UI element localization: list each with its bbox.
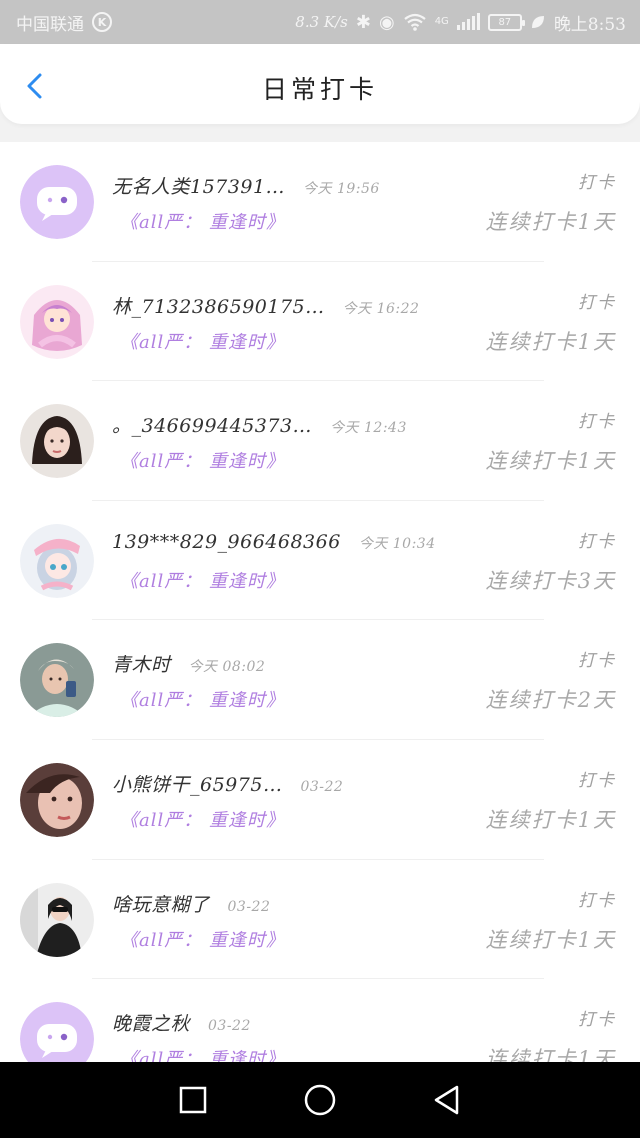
anime-hat-avatar-icon bbox=[20, 523, 94, 598]
streak-count: 连续打卡1天 bbox=[485, 210, 616, 234]
user-name: 。_346699445373… 今天 12:43 bbox=[112, 411, 407, 438]
photo-man-avatar-icon bbox=[20, 643, 94, 718]
header-background: 日常打卡 bbox=[0, 44, 640, 142]
user-name-text: 小熊饼干_65975… bbox=[112, 773, 283, 796]
list-item[interactable]: 林_7132386590175… 今天 16:22 《all严： 重逢时》 打卡 … bbox=[0, 262, 640, 382]
checkin-label: 打卡 bbox=[578, 173, 616, 193]
book-title[interactable]: 《all严： 重逢时》 bbox=[120, 328, 285, 354]
checkin-time: 03-22 bbox=[208, 1018, 251, 1035]
checkin-time: 03-22 bbox=[227, 898, 271, 915]
checkin-label: 打卡 bbox=[578, 890, 616, 911]
user-name: 青木时 今天 08:02 bbox=[112, 650, 265, 677]
checkin-label: 打卡 bbox=[578, 770, 616, 791]
header: 日常打卡 bbox=[0, 44, 640, 124]
status-bar: 中国联通 K 8.3 K/s ✱ ◉ 4G 87 晚上8:53 bbox=[0, 0, 640, 44]
streak-count: 连续打卡1天 bbox=[485, 329, 616, 354]
battery-level: 87 bbox=[498, 16, 512, 28]
user-name: 晚霞之秋 03-22 bbox=[112, 1009, 251, 1036]
square-icon bbox=[180, 1086, 207, 1114]
bluetooth-icon: ✱ bbox=[355, 11, 371, 33]
book-title[interactable]: 《all严： 重逢时》 bbox=[120, 567, 285, 593]
avatar[interactable] bbox=[20, 165, 94, 239]
user-name: 啥玩意糊了 03-22 bbox=[112, 890, 270, 917]
checkin-label: 打卡 bbox=[578, 531, 616, 552]
anime-girl-avatar-icon bbox=[20, 284, 94, 359]
carrier-label: 中国联通 bbox=[16, 14, 84, 35]
checkin-time: 今天 08:02 bbox=[188, 659, 266, 676]
user-name-text: 啥玩意糊了 bbox=[112, 893, 210, 916]
eye-icon: ◉ bbox=[378, 11, 395, 33]
avatar[interactable] bbox=[20, 523, 94, 598]
user-name: 林_7132386590175… 今天 16:22 bbox=[112, 292, 419, 319]
system-back-button[interactable] bbox=[427, 1080, 467, 1120]
checkin-time: 今天 12:43 bbox=[330, 420, 407, 437]
signal-icon bbox=[456, 13, 480, 30]
photo-closeup-avatar-icon bbox=[20, 762, 94, 837]
user-name: 139***829_966468366 今天 10:34 bbox=[112, 531, 436, 553]
triangle-back-icon bbox=[434, 1085, 458, 1115]
clock: 晚上8:53 bbox=[553, 14, 626, 35]
user-name-text: 无名人类157391… bbox=[112, 176, 286, 198]
default-chat-avatar-icon bbox=[20, 165, 94, 239]
page-title: 日常打卡 bbox=[261, 75, 378, 104]
list-item[interactable]: 无名人类157391… 今天 19:56 《all严： 重逢时》 打卡 连续打卡1… bbox=[0, 142, 640, 262]
book-title[interactable]: 《all严： 重逢时》 bbox=[120, 806, 285, 832]
user-name-text: 139***829_966468366 bbox=[112, 530, 341, 553]
wifi-icon bbox=[404, 13, 426, 31]
photo-sunglasses-avatar-icon bbox=[20, 882, 94, 957]
checkin-label: 打卡 bbox=[578, 292, 616, 313]
streak-count: 连续打卡1天 bbox=[485, 449, 616, 474]
user-name: 无名人类157391… 今天 19:56 bbox=[112, 172, 380, 199]
book-title[interactable]: 《all严： 重逢时》 bbox=[120, 447, 285, 473]
leaf-icon bbox=[531, 16, 544, 28]
avatar[interactable] bbox=[20, 1002, 94, 1062]
system-nav-bar bbox=[0, 1062, 640, 1138]
streak-count: 连续打卡1天 bbox=[485, 1047, 616, 1062]
checkin-label: 打卡 bbox=[578, 1010, 616, 1031]
list-item[interactable]: 小熊饼干_65975… 03-22 《all严： 重逢时》 打卡 连续打卡1天 bbox=[0, 740, 640, 860]
net-speed: 8.3 K/s bbox=[295, 13, 348, 31]
streak-count: 连续打卡1天 bbox=[485, 927, 616, 952]
avatar[interactable] bbox=[20, 284, 94, 359]
status-right: 8.3 K/s ✱ ◉ 4G 87 晚上8:53 bbox=[295, 10, 626, 35]
checkin-list[interactable]: 无名人类157391… 今天 19:56 《all严： 重逢时》 打卡 连续打卡1… bbox=[0, 142, 640, 1062]
book-title[interactable]: 《all严： 重逢时》 bbox=[120, 1045, 285, 1062]
checkin-label: 打卡 bbox=[578, 651, 616, 672]
list-item[interactable]: 啥玩意糊了 03-22 《all严： 重逢时》 打卡 连续打卡1天 bbox=[0, 860, 640, 980]
avatar[interactable] bbox=[20, 882, 94, 957]
book-title[interactable]: 《all严： 重逢时》 bbox=[120, 926, 285, 952]
list-item[interactable]: 139***829_966468366 今天 10:34 《all严： 重逢时》 … bbox=[0, 501, 640, 621]
checkin-time: 03-22 bbox=[300, 778, 344, 795]
network-type: 4G bbox=[434, 15, 449, 27]
home-button[interactable] bbox=[300, 1080, 340, 1120]
photo-woman-avatar-icon bbox=[20, 404, 94, 479]
avatar[interactable] bbox=[20, 404, 94, 479]
book-title[interactable]: 《all严： 重逢时》 bbox=[120, 686, 285, 712]
list-item[interactable]: 青木时 今天 08:02 《all严： 重逢时》 打卡 连续打卡2天 bbox=[0, 620, 640, 740]
user-name-text: 。_346699445373… bbox=[112, 415, 313, 438]
list-item[interactable]: 。_346699445373… 今天 12:43 《all严： 重逢时》 打卡 连… bbox=[0, 381, 640, 501]
user-name-text: 林_7132386590175… bbox=[112, 295, 325, 318]
streak-count: 连续打卡1天 bbox=[485, 807, 616, 832]
user-name-text: 青木时 bbox=[112, 654, 171, 677]
user-name-text: 晚霞之秋 bbox=[112, 1013, 191, 1036]
recent-apps-button[interactable] bbox=[173, 1080, 213, 1120]
checkin-time: 今天 16:22 bbox=[342, 300, 420, 317]
default-chat-avatar-icon bbox=[20, 1002, 94, 1062]
book-title[interactable]: 《all严： 重逢时》 bbox=[120, 208, 285, 234]
status-left: 中国联通 K bbox=[16, 10, 112, 35]
circle-icon bbox=[304, 1084, 336, 1116]
carrier-k-icon: K bbox=[92, 12, 112, 32]
streak-count: 连续打卡3天 bbox=[485, 568, 616, 593]
battery-icon: 87 bbox=[487, 13, 525, 31]
avatar[interactable] bbox=[20, 643, 94, 718]
checkin-time: 今天 10:34 bbox=[358, 535, 436, 552]
streak-count: 连续打卡2天 bbox=[485, 688, 616, 713]
checkin-time: 今天 19:56 bbox=[303, 181, 380, 197]
user-name: 小熊饼干_65975… 03-22 bbox=[112, 770, 343, 797]
list-item[interactable]: 晚霞之秋 03-22 《all严： 重逢时》 打卡 连续打卡1天 bbox=[0, 979, 640, 1062]
checkin-label: 打卡 bbox=[578, 412, 616, 433]
avatar[interactable] bbox=[20, 762, 94, 837]
